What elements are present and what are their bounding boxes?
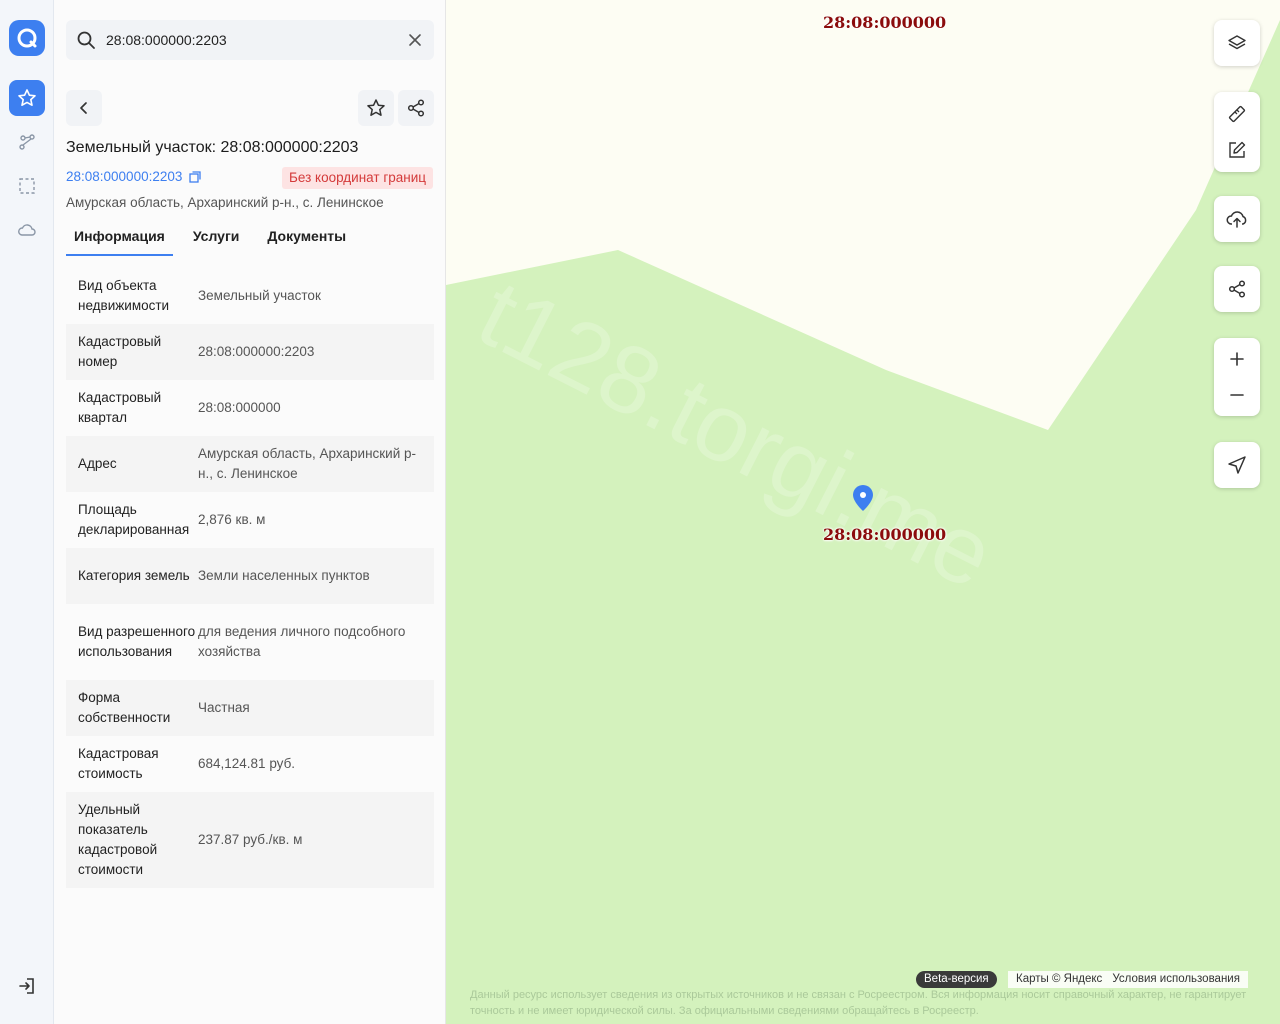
- back-button[interactable]: [66, 90, 102, 126]
- row-value: Земли населенных пунктов: [198, 568, 370, 583]
- row-value: для ведения личного подсобного хозяйства: [198, 624, 406, 659]
- yandex-attribution[interactable]: Карты © Яндекс: [1016, 971, 1102, 988]
- row-label: Категория земель: [78, 568, 190, 583]
- row-label: Кадастровая стоимость: [78, 746, 159, 781]
- row-value: Земельный участок: [198, 288, 321, 303]
- ruler-icon[interactable]: [1214, 96, 1260, 132]
- zoom-control: [1214, 338, 1260, 416]
- map-view[interactable]: t128.torgi.me 28:08:000000 28:08:000000: [446, 0, 1280, 1024]
- area-select-icon[interactable]: [9, 168, 45, 204]
- left-rail: [0, 0, 54, 1024]
- favorites-star-icon[interactable]: [9, 80, 45, 116]
- row-label: Вид объекта недвижимости: [78, 278, 170, 313]
- route-icon[interactable]: [9, 124, 45, 160]
- table-row: Вид разрешенного использования для веден…: [66, 604, 434, 680]
- layers-icon[interactable]: [1214, 20, 1260, 66]
- info-table: Вид объекта недвижимости Земельный участ…: [66, 268, 434, 888]
- row-value: Амурская область, Архаринский р-н., с. Л…: [198, 446, 417, 481]
- copy-icon[interactable]: [188, 170, 202, 184]
- search-icon: [77, 31, 95, 49]
- table-row: Категория земель Земли населенных пункто…: [66, 548, 434, 604]
- info-tabs: Информация Услуги Документы: [66, 222, 366, 256]
- object-address: Амурская область, Архаринский р-н., с. Л…: [66, 195, 384, 210]
- logout-icon[interactable]: [9, 968, 45, 1004]
- table-row: Форма собственности Частная: [66, 680, 434, 736]
- zoom-in-icon[interactable]: [1214, 341, 1260, 377]
- tools-control: [1214, 92, 1260, 172]
- app-logo-icon[interactable]: [9, 20, 45, 56]
- table-row: Кадастровая стоимость 684,124.81 руб.: [66, 736, 434, 792]
- terms-of-use-link[interactable]: Условия использования: [1112, 971, 1240, 988]
- status-badge: Без координат границ: [282, 167, 433, 189]
- object-title: Земельный участок: 28:08:000000:2203: [66, 139, 359, 156]
- star-icon: [367, 99, 385, 116]
- table-row: Вид объекта недвижимости Земельный участ…: [66, 268, 434, 324]
- table-row: Кадастровый квартал 28:08:000000: [66, 380, 434, 436]
- search-input[interactable]: [106, 32, 396, 48]
- cloud-upload-icon[interactable]: [1214, 196, 1260, 242]
- quarter-label-center: 28:08:000000: [823, 525, 947, 544]
- add-to-favorites-button[interactable]: [358, 90, 394, 126]
- row-label: Площадь декларированная: [78, 502, 190, 537]
- upload-control: [1214, 196, 1260, 242]
- row-value: 2,876 кв. м: [198, 512, 266, 527]
- navigation-arrow-icon[interactable]: [1214, 442, 1260, 488]
- row-label: Вид разрешенного использования: [78, 624, 196, 659]
- table-row: Площадь декларированная 2,876 кв. м: [66, 492, 434, 548]
- row-label: Адрес: [78, 456, 117, 471]
- clear-search-icon[interactable]: [406, 31, 424, 49]
- row-label: Кадастровый квартал: [78, 390, 162, 425]
- map-attribution: Карты © Яндекс Условия использования: [1008, 971, 1248, 988]
- layers-control: [1214, 20, 1260, 66]
- table-row: Удельный показатель кадастровой стоимост…: [66, 792, 434, 888]
- tab-documents[interactable]: Документы: [259, 222, 354, 256]
- row-value: 28:08:000000:2203: [198, 344, 315, 359]
- search-bar: [66, 20, 434, 60]
- share-icon: [407, 99, 425, 117]
- tab-services[interactable]: Услуги: [185, 222, 248, 256]
- row-label: Форма собственности: [78, 690, 171, 725]
- row-label: Кадастровый номер: [78, 334, 162, 369]
- zoom-out-icon[interactable]: [1214, 377, 1260, 413]
- tab-information[interactable]: Информация: [66, 222, 173, 256]
- cadastral-number-link[interactable]: 28:08:000000:2203: [66, 169, 202, 184]
- quarter-label-top: 28:08:000000: [823, 13, 947, 32]
- row-label: Удельный показатель кадастровой стоимост…: [78, 802, 158, 877]
- share-icon[interactable]: [1214, 266, 1260, 312]
- edit-icon[interactable]: [1214, 132, 1260, 168]
- row-value: 237.87 руб./кв. м: [198, 832, 303, 847]
- location-pin-icon[interactable]: [852, 484, 874, 512]
- geolocation-control: [1214, 442, 1260, 488]
- row-value: 684,124.81 руб.: [198, 756, 296, 771]
- cadastral-number-text[interactable]: 28:08:000000:2203: [66, 169, 182, 184]
- beta-badge: Beta-версия: [916, 971, 997, 988]
- chevron-left-icon: [80, 102, 87, 114]
- share-button[interactable]: [398, 90, 434, 126]
- table-row: Адрес Амурская область, Архаринский р-н.…: [66, 436, 434, 492]
- table-row: Кадастровый номер 28:08:000000:2203: [66, 324, 434, 380]
- object-info-panel: Земельный участок: 28:08:000000:2203 28:…: [54, 0, 446, 1024]
- cloud-icon[interactable]: [9, 212, 45, 248]
- disclaimer-text: Данный ресурс использует сведения из отк…: [470, 989, 1247, 1017]
- map-share-control: [1214, 266, 1260, 312]
- row-value: Частная: [198, 700, 250, 715]
- row-value: 28:08:000000: [198, 400, 281, 415]
